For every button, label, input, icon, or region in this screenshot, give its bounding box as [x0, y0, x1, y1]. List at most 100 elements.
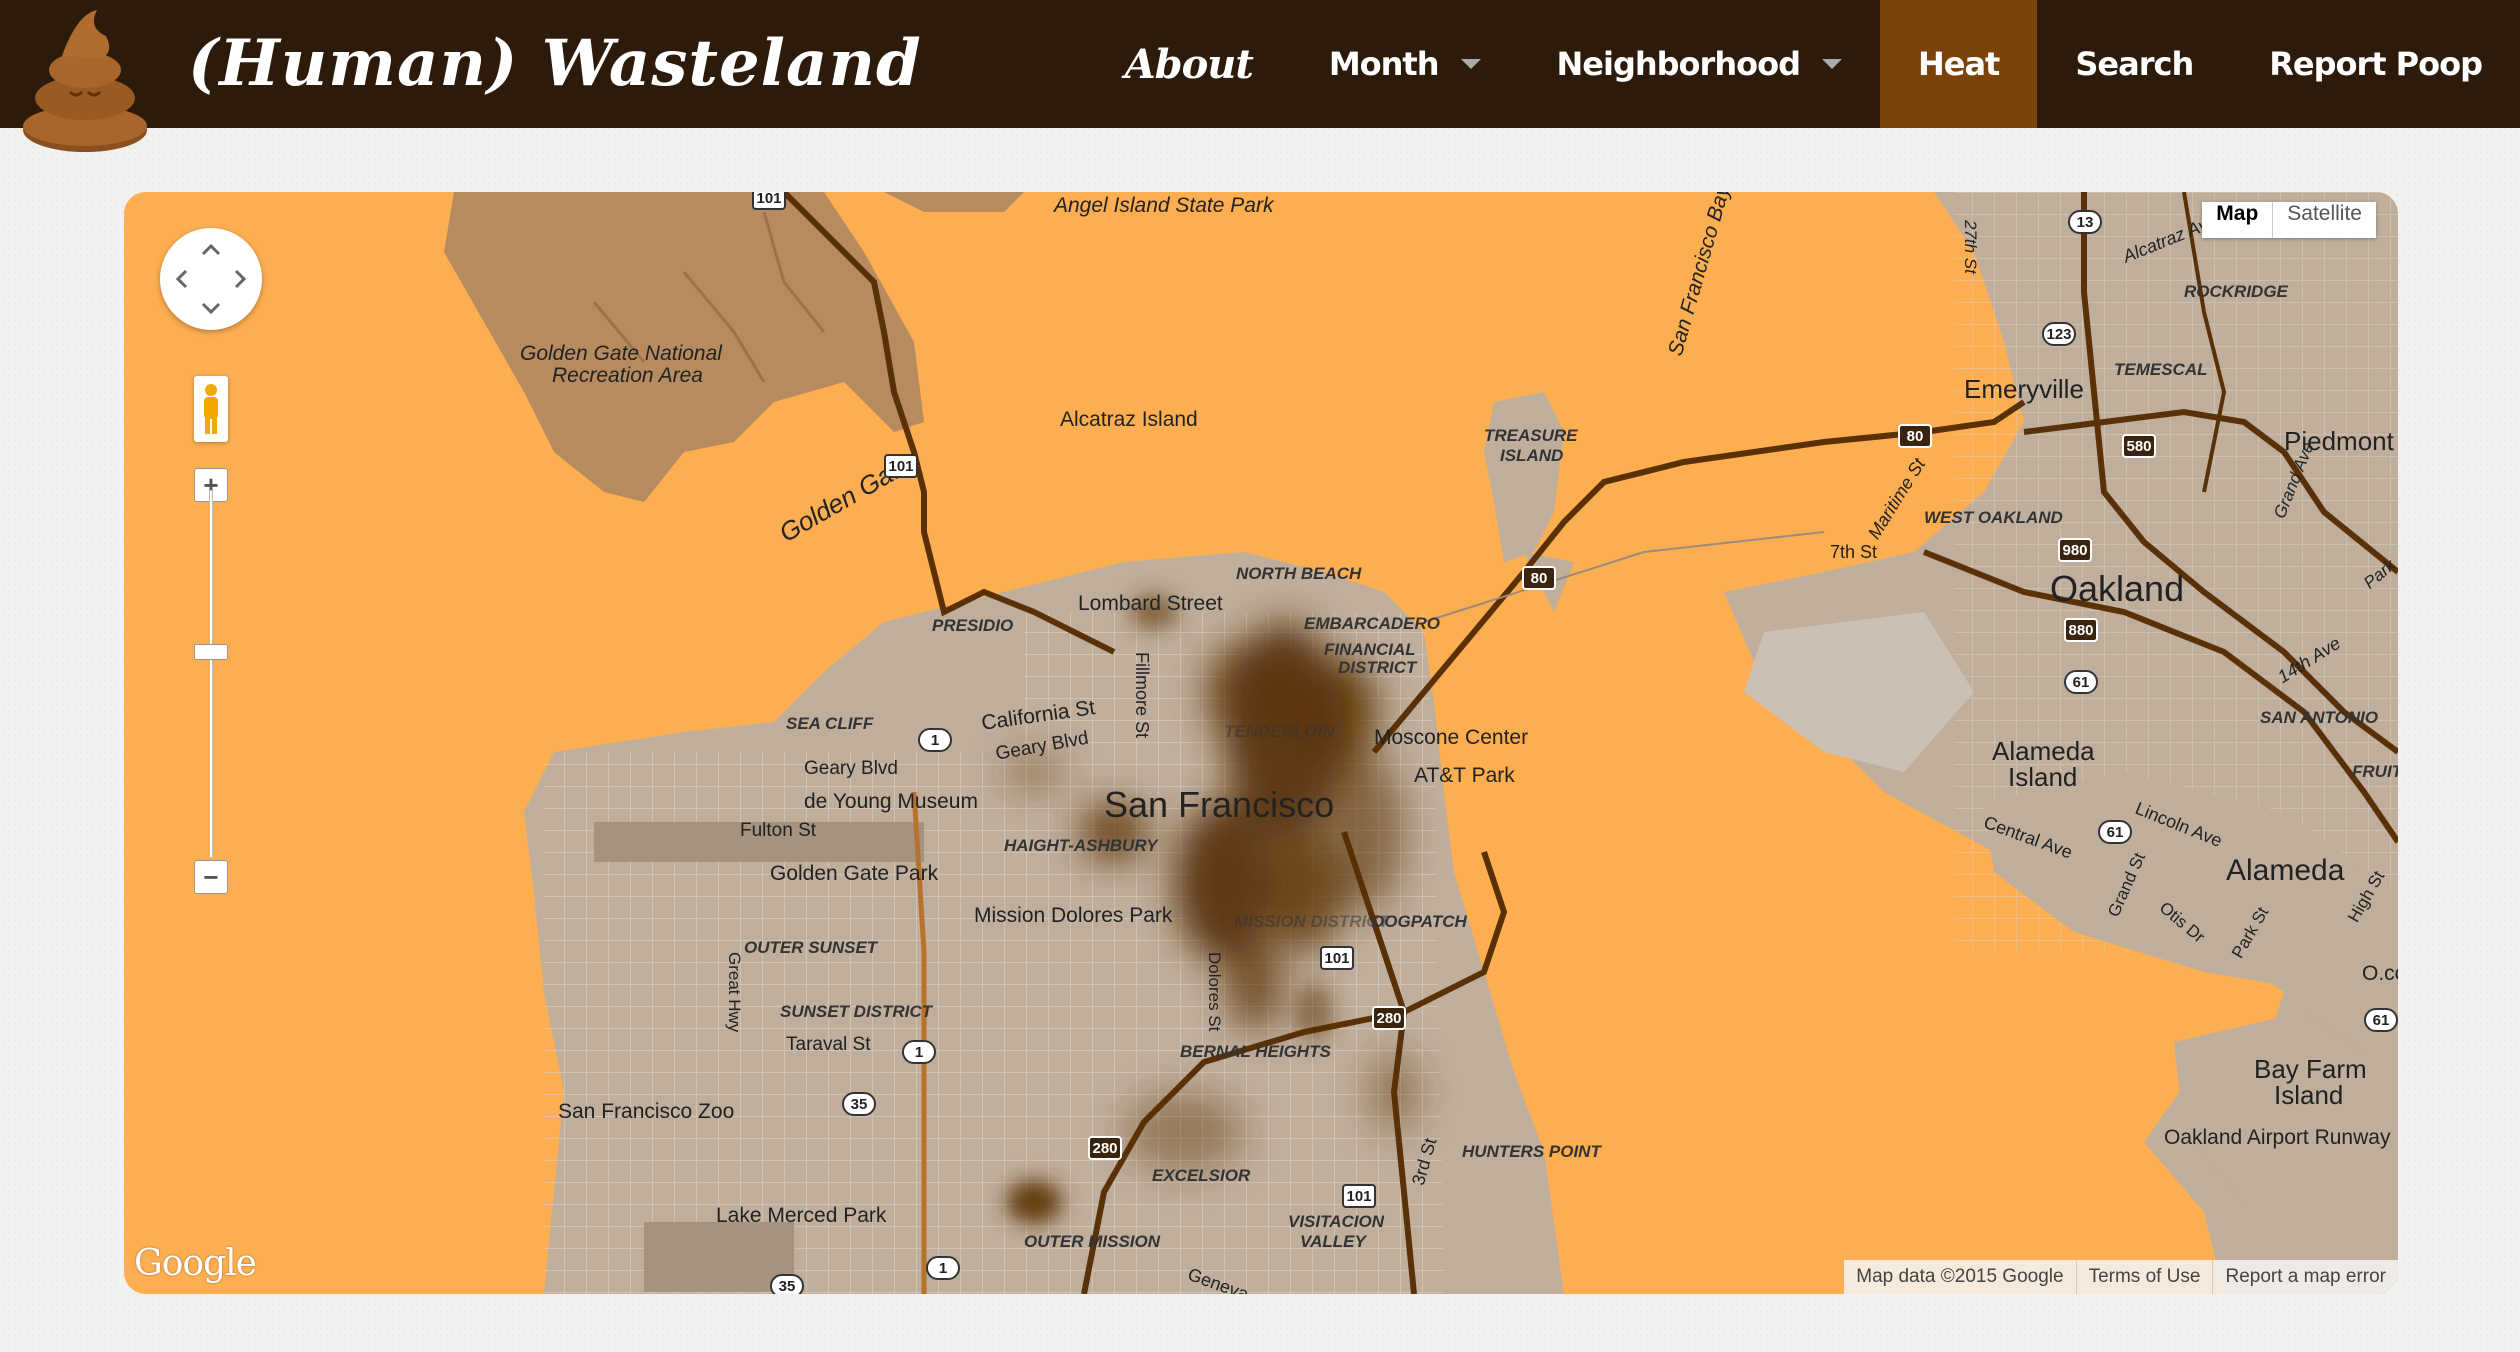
shield-35-bottom: 35: [770, 1274, 804, 1294]
shield-101-bottom: 101: [1342, 1184, 1376, 1208]
shield-35: 35: [842, 1092, 876, 1116]
shield-80: 80: [1522, 566, 1556, 590]
shield-1: 1: [918, 728, 952, 752]
caret-down-icon: [1821, 59, 1842, 69]
label-rockridge: ROCKRIDGE: [2184, 282, 2288, 301]
caret-down-icon: [1460, 59, 1481, 69]
label-sf-zoo: San Francisco Zoo: [558, 1100, 735, 1123]
shield-980: 980: [2058, 538, 2092, 562]
label-alameda-island-2: Island: [2008, 762, 2078, 792]
label-west-oakland: WEST OAKLAND: [1924, 508, 2063, 527]
zoom-slider-handle[interactable]: [194, 644, 228, 660]
label-financial: FINANCIAL: [1324, 640, 1416, 659]
label-excelsior: EXCELSIOR: [1152, 1166, 1251, 1185]
label-oakland-airport: Oakland Airport Runway: [2164, 1126, 2391, 1149]
label-oakland: Oakland: [2050, 568, 2185, 609]
label-fulton: Fulton St: [740, 820, 817, 841]
label-alcatraz: Alcatraz Island: [1060, 408, 1198, 431]
label-bay-farm-2: Island: [2274, 1080, 2344, 1110]
zoom-out-button[interactable]: −: [194, 860, 228, 894]
shield-61-east: 61: [2364, 1008, 2398, 1032]
nav-search-label: Search: [2075, 45, 2194, 83]
nav-month-label: Month: [1328, 45, 1440, 83]
shield-61-alameda: 61: [2098, 820, 2132, 844]
nav-neighborhood-label: Neighborhood: [1556, 45, 1801, 83]
label-fillmore: Fillmore St: [1132, 652, 1152, 739]
street-view-pegman-icon[interactable]: [194, 376, 228, 442]
label-ggnra-1: Golden Gate National: [520, 342, 722, 365]
pan-control[interactable]: [160, 228, 262, 330]
nav-search[interactable]: Search: [2037, 0, 2231, 128]
nav-month-dropdown[interactable]: Month: [1291, 0, 1519, 128]
label-temescal: TEMESCAL: [2114, 360, 2208, 379]
label-att-park: AT&T Park: [1414, 764, 1515, 787]
label-de-young: de Young Museum: [804, 790, 978, 813]
label-district: DISTRICT: [1338, 658, 1417, 677]
label-dogpatch: DOGPATCH: [1372, 912, 1467, 931]
app-title[interactable]: (Human) Wasteland: [188, 18, 922, 110]
label-geary-blvd: Geary Blvd: [804, 758, 898, 779]
shield-13: 13: [2068, 210, 2102, 234]
label-fruitvale: FRUIT: [2352, 762, 2398, 781]
pan-arrows-icon: [175, 243, 247, 315]
label-treasure-1: TREASURE: [1484, 426, 1578, 445]
top-navbar: (Human) Wasteland About Month Neighborho…: [0, 0, 2520, 152]
zoom-slider-track[interactable]: [209, 490, 213, 858]
map-type-map-button[interactable]: Map: [2202, 202, 2274, 238]
label-visitacion-2: VALLEY: [1300, 1232, 1366, 1251]
label-outer-mission: OUTER MISSION: [1024, 1232, 1161, 1251]
nav-heat[interactable]: Heat: [1879, 0, 2038, 128]
label-san-francisco: San Francisco: [1104, 784, 1335, 825]
label-angel-island: Angel Island State Park: [1054, 194, 1274, 217]
label-treasure-2: ISLAND: [1500, 446, 1564, 465]
label-mission-dolores: Mission Dolores Park: [974, 904, 1173, 927]
label-sunset-district: SUNSET DISTRICT: [780, 1002, 933, 1021]
label-embarcadero: EMBARCADERO: [1304, 614, 1440, 633]
shield-880: 880: [2064, 618, 2098, 642]
shield-580: 580: [2122, 434, 2156, 458]
label-great-hwy: Great Hwy: [725, 952, 744, 1033]
terms-of-use-link[interactable]: Terms of Use: [2075, 1260, 2213, 1294]
shield-280: 280: [1372, 1006, 1406, 1030]
nav-heat-label: Heat: [1917, 45, 2000, 83]
heatmap-map[interactable]: Angel Island State Park Golden Gate Nati…: [124, 192, 2398, 1294]
report-map-error-link[interactable]: Report a map error: [2212, 1260, 2398, 1294]
nav-about[interactable]: About: [1087, 0, 1291, 128]
label-alameda: Alameda: [2226, 854, 2345, 887]
label-visitacion-1: VISITACION: [1288, 1212, 1385, 1231]
label-haight: HAIGHT-ASHBURY: [1004, 836, 1158, 855]
label-outer-sunset: OUTER SUNSET: [744, 938, 878, 957]
label-lombard: Lombard Street: [1078, 592, 1223, 615]
label-o-co: O.co: [2362, 962, 2398, 985]
label-tenderloin: TENDERLOIN: [1224, 722, 1335, 741]
shield-280-south: 280: [1088, 1136, 1122, 1160]
shield-101-top: 101: [752, 192, 786, 210]
map-attribution: Map data ©2015 Google Terms of Use Repor…: [1844, 1260, 2398, 1294]
label-emeryville: Emeryville: [1964, 374, 2084, 404]
label-hunters-point: HUNTERS POINT: [1462, 1142, 1601, 1161]
shield-80-east: 80: [1898, 424, 1932, 448]
poop-logo-icon[interactable]: [22, 6, 148, 152]
google-logo[interactable]: Google: [134, 1243, 257, 1284]
nav-report-label: Report Poop: [2269, 45, 2483, 83]
shield-1-south: 1: [902, 1040, 936, 1064]
label-taraval: Taraval St: [786, 1034, 871, 1055]
label-moscone: Moscone Center: [1374, 726, 1529, 749]
label-ggnra-2: Recreation Area: [552, 364, 703, 387]
map-data-credit: Map data ©2015 Google: [1856, 1266, 2064, 1287]
label-north-beach: NORTH BEACH: [1236, 564, 1362, 583]
shield-123: 123: [2042, 322, 2076, 346]
nav-about-label: About: [1124, 40, 1254, 88]
nav-report-poop[interactable]: Report Poop: [2231, 0, 2520, 128]
label-lake-merced: Lake Merced Park: [716, 1204, 887, 1227]
shield-101: 101: [884, 454, 918, 478]
shield-61: 61: [2064, 670, 2098, 694]
map-type-toggle: Map Satellite: [2202, 202, 2376, 238]
main-nav: About Month Neighborhood Heat Search Rep…: [1087, 0, 2520, 128]
map-type-satellite-button[interactable]: Satellite: [2273, 202, 2376, 238]
label-mission-district: MISSION DISTRICT: [1234, 912, 1389, 931]
label-presidio: PRESIDIO: [932, 616, 1014, 635]
label-golden-gate-park: Golden Gate Park: [770, 862, 939, 885]
nav-neighborhood-dropdown[interactable]: Neighborhood: [1519, 0, 1880, 128]
label-sea-cliff: SEA CLIFF: [786, 714, 874, 733]
